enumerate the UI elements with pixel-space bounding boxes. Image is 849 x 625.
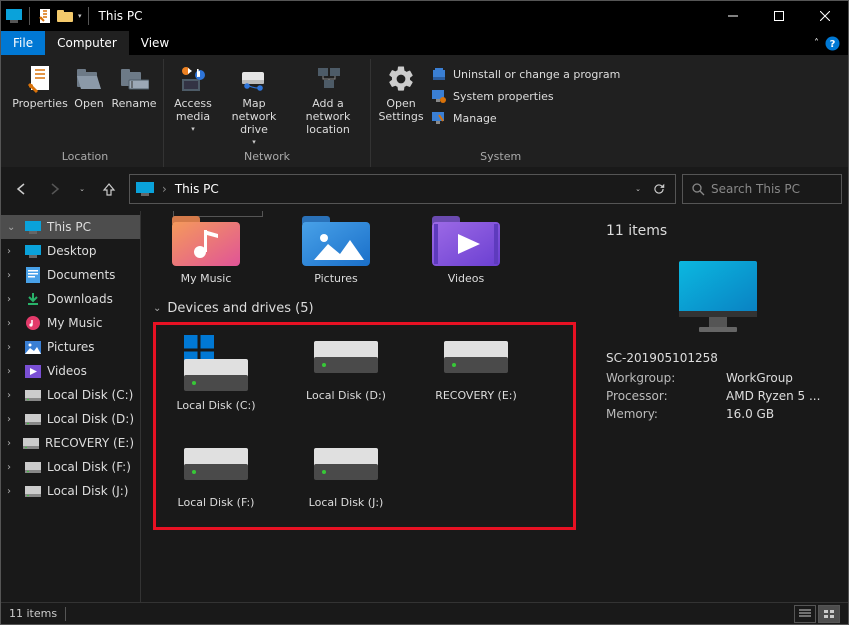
nav-this-pc[interactable]: ⌄ This PC xyxy=(1,215,140,239)
open-settings-button[interactable]: Open Settings xyxy=(377,61,425,125)
ribbon-group-network: Access media ▾ Map network drive ▾ Add a… xyxy=(164,59,371,167)
drive-d[interactable]: Local Disk (D:) xyxy=(296,335,396,412)
qat-explorer-icon[interactable] xyxy=(56,7,74,25)
nav-my-music[interactable]: ›My Music xyxy=(1,311,140,335)
nav-local-disk-d[interactable]: ›Local Disk (D:) xyxy=(1,407,140,431)
search-icon xyxy=(691,182,705,196)
details-pane: 11 items SC-201905101258 Workgroup:WorkG… xyxy=(588,211,848,602)
details-pc-icon xyxy=(606,257,830,337)
window-title: This PC xyxy=(99,9,143,23)
open-settings-label: Open Settings xyxy=(378,97,423,123)
details-workgroup: Workgroup:WorkGroup xyxy=(606,369,830,387)
add-network-location-label: Add a network location xyxy=(294,97,362,136)
nav-documents[interactable]: ›Documents xyxy=(1,263,140,287)
drive-e[interactable]: RECOVERY (E:) xyxy=(426,335,526,412)
details-header: 11 items xyxy=(606,223,830,239)
refresh-button[interactable] xyxy=(649,175,669,203)
qat-properties-icon[interactable] xyxy=(36,7,54,25)
nav-desktop[interactable]: ›Desktop xyxy=(1,239,140,263)
up-button[interactable] xyxy=(95,175,123,203)
rename-label: Rename xyxy=(111,97,156,110)
uninstall-label: Uninstall or change a program xyxy=(453,68,620,81)
nav-this-pc-label: This PC xyxy=(47,220,91,234)
properties-label: Properties xyxy=(12,97,68,110)
manage-label: Manage xyxy=(453,112,497,125)
chevron-down-icon: ⌄ xyxy=(153,303,161,314)
map-drive-button[interactable]: Map network drive ▾ xyxy=(218,61,290,148)
nav-pictures[interactable]: ›Pictures xyxy=(1,335,140,359)
nav-local-disk-j[interactable]: ›Local Disk (J:) xyxy=(1,479,140,503)
app-icon xyxy=(5,7,23,25)
system-properties-button[interactable]: System properties xyxy=(427,85,558,107)
ribbon-group-label-network: Network xyxy=(244,150,290,167)
search-placeholder: Search This PC xyxy=(711,182,800,196)
folder-videos[interactable]: Videos xyxy=(421,211,511,285)
chevron-right-icon[interactable]: › xyxy=(162,182,167,196)
search-box[interactable]: Search This PC xyxy=(682,174,842,204)
access-media-label: Access media xyxy=(172,97,214,123)
rename-button[interactable]: Rename xyxy=(111,61,157,112)
menu-file[interactable]: File xyxy=(1,31,45,55)
back-button[interactable] xyxy=(7,175,35,203)
ribbon-collapse-icon[interactable]: ˄ xyxy=(814,38,819,49)
address-box[interactable]: › This PC ⌄ xyxy=(129,174,676,204)
nav-local-disk-f[interactable]: ›Local Disk (F:) xyxy=(1,455,140,479)
nav-local-disk-c[interactable]: ›Local Disk (C:) xyxy=(1,383,140,407)
address-dropdown-icon[interactable]: ⌄ xyxy=(635,185,641,193)
folder-my-music[interactable]: My Music xyxy=(161,211,251,285)
nav-videos[interactable]: ›Videos xyxy=(1,359,140,383)
ribbon: Properties Open Rename Location Access m… xyxy=(1,55,848,167)
status-item-count: 11 items xyxy=(9,607,57,620)
menu-computer[interactable]: Computer xyxy=(45,31,129,55)
ribbon-group-label-location: Location xyxy=(62,150,109,167)
open-button[interactable]: Open xyxy=(69,61,109,112)
access-media-button[interactable]: Access media ▾ xyxy=(170,61,216,135)
titlebar: ▾ This PC xyxy=(1,1,848,31)
drives-highlight-box: Local Disk (C:) Local Disk (D:) RECOVERY… xyxy=(153,322,576,530)
forward-button[interactable] xyxy=(41,175,69,203)
map-drive-label: Map network drive xyxy=(220,97,288,136)
details-processor: Processor:AMD Ryzen 5 ... xyxy=(606,387,830,405)
nav-downloads[interactable]: ›Downloads xyxy=(1,287,140,311)
details-computer-name: SC-201905101258 xyxy=(606,351,830,365)
address-current: This PC xyxy=(175,182,219,196)
navigation-pane[interactable]: ⌄ This PC ›Desktop ›Documents ›Downloads… xyxy=(1,211,141,602)
drive-c[interactable]: Local Disk (C:) xyxy=(166,335,266,412)
maximize-button[interactable] xyxy=(756,1,802,31)
address-bar: ⌄ › This PC ⌄ Search This PC xyxy=(1,167,848,211)
folder-pictures[interactable]: Pictures xyxy=(291,211,381,285)
help-icon[interactable]: ? xyxy=(825,36,840,51)
minimize-button[interactable] xyxy=(710,1,756,31)
svg-text:?: ? xyxy=(830,39,836,50)
drive-f[interactable]: Local Disk (F:) xyxy=(166,442,266,509)
ribbon-group-label-system: System xyxy=(480,150,521,167)
system-properties-label: System properties xyxy=(453,90,554,103)
nav-recovery-e[interactable]: ›RECOVERY (E:) xyxy=(1,431,140,455)
ribbon-group-location: Properties Open Rename Location xyxy=(7,59,164,167)
recent-dropdown[interactable]: ⌄ xyxy=(75,175,89,203)
close-button[interactable] xyxy=(802,1,848,31)
details-memory: Memory:16.0 GB xyxy=(606,405,830,423)
uninstall-button[interactable]: Uninstall or change a program xyxy=(427,63,624,85)
drives-section-title: Devices and drives (5) xyxy=(167,301,313,316)
qat-dropdown-icon[interactable]: ▾ xyxy=(78,12,82,20)
drives-section-header[interactable]: ⌄ Devices and drives (5) xyxy=(153,293,576,322)
properties-button[interactable]: Properties xyxy=(13,61,67,112)
status-bar: 11 items xyxy=(1,602,848,624)
add-network-location-button[interactable]: Add a network location xyxy=(292,61,364,138)
content-area[interactable]: Desktop Documents Downloads My Music Pic… xyxy=(141,211,588,602)
open-label: Open xyxy=(74,97,103,110)
view-large-icons-button[interactable] xyxy=(818,605,840,623)
menubar: File Computer View ˄ ? xyxy=(1,31,848,55)
view-details-button[interactable] xyxy=(794,605,816,623)
manage-button[interactable]: Manage xyxy=(427,107,501,129)
pc-icon xyxy=(136,182,154,196)
ribbon-group-system: Open Settings Uninstall or change a prog… xyxy=(371,59,630,167)
menu-view[interactable]: View xyxy=(129,31,181,55)
drive-j[interactable]: Local Disk (J:) xyxy=(296,442,396,509)
